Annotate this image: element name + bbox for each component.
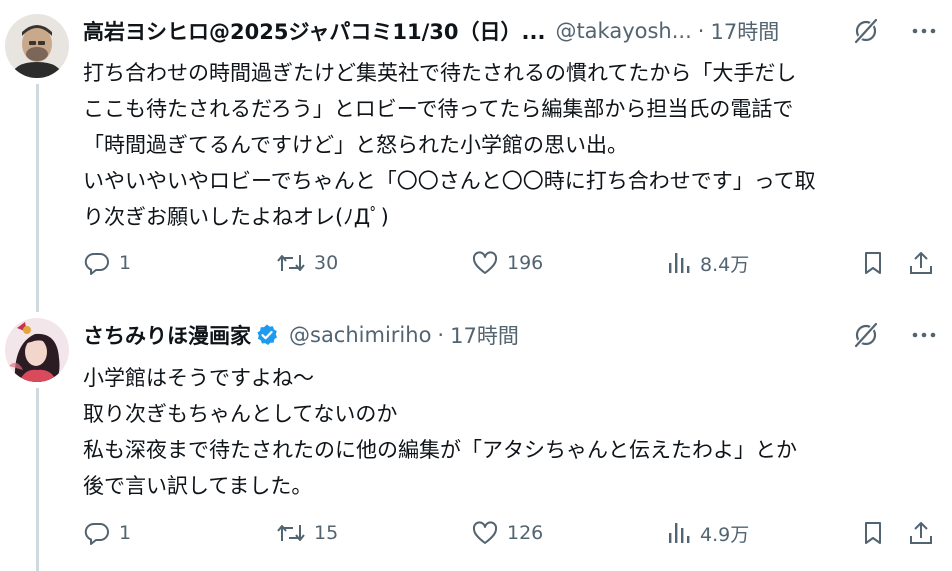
share-button[interactable]: [907, 518, 935, 548]
user-handle[interactable]: @takayosh...: [555, 19, 691, 43]
share-icon: [907, 249, 935, 277]
tweet-header: さちみりほ漫画家 @sachimiriho · 17時間: [83, 318, 938, 352]
bookmark-button[interactable]: [859, 248, 887, 278]
timestamp[interactable]: 17時間: [710, 16, 779, 46]
tweet-actions: 1 30 196 8.4万: [83, 248, 938, 278]
heart-icon: [471, 249, 499, 277]
views-chart-icon: [666, 519, 692, 547]
tweet-text-line: 取り次ぎもちゃんとしてないのか: [83, 402, 398, 426]
tweet-text-line: いやいやいやロビーでちゃんと「〇〇さんと〇〇時に打ち合わせです」って取: [83, 169, 816, 193]
view-count: 4.9万: [700, 523, 750, 546]
like-count: 126: [507, 522, 544, 544]
reply-count: 1: [119, 522, 132, 544]
retweet-icon: [276, 519, 306, 547]
tweet-text-line: 小学館はそうですよね～: [83, 366, 314, 390]
share-icon: [907, 519, 935, 547]
tweet-text-line: 打ち合わせの時間過ぎたけど集英社で待たされるの慣れてたから「大手だし: [83, 61, 797, 85]
thread-connector-line: [36, 84, 39, 312]
views-button[interactable]: 8.4万: [666, 248, 749, 278]
grok-icon[interactable]: [852, 17, 880, 45]
tweet-thread: 高岩ヨシヒロ@2025ジャパコミ11/30（日）... @takayosh...…: [0, 0, 952, 571]
separator-dot: ·: [697, 19, 705, 43]
more-icon[interactable]: [910, 321, 938, 349]
retweet-button[interactable]: 30: [276, 248, 338, 278]
views-chart-icon: [666, 249, 692, 277]
more-icon[interactable]: [910, 17, 938, 45]
grok-icon[interactable]: [852, 321, 880, 349]
bookmark-icon: [859, 519, 887, 547]
like-button[interactable]: 196: [471, 248, 543, 278]
user-handle[interactable]: @sachimiriho: [289, 323, 431, 347]
separator-dot: ·: [437, 323, 445, 347]
retweet-count: 15: [314, 522, 339, 544]
avatar-takayoshi[interactable]: [5, 14, 69, 78]
tweet-header: 高岩ヨシヒロ@2025ジャパコミ11/30（日）... @takayosh...…: [83, 14, 938, 48]
heart-icon: [471, 519, 499, 547]
reply-button[interactable]: 1: [83, 518, 131, 548]
thread-connector-line: [36, 388, 39, 571]
tweet-text-line: 私も深夜まで待たされたのに他の編集が「アタシちゃんと伝えたわよ」とか: [83, 438, 797, 462]
tweet-text-line: 後で言い訳してました。: [83, 474, 313, 498]
tweet-actions: 1 15 126 4.9万: [83, 518, 938, 548]
like-count: 196: [507, 252, 544, 274]
display-name[interactable]: さちみりほ漫画家: [83, 320, 251, 350]
like-button[interactable]: 126: [471, 518, 543, 548]
tweet-text-line: 「時間過ぎてるんですけど」と怒られた小学館の思い出。: [83, 133, 628, 157]
tweet-text-line: り次ぎお願いしたよねオレ(ﾉДﾟ): [83, 205, 389, 229]
bookmark-button[interactable]: [859, 518, 887, 548]
reply-button[interactable]: 1: [83, 248, 131, 278]
views-button[interactable]: 4.9万: [666, 518, 749, 548]
tweet-text: 小学館はそうですよね～ 取り次ぎもちゃんとしてないのか 私も深夜まで待たされたの…: [83, 360, 938, 504]
retweet-button[interactable]: 15: [276, 518, 338, 548]
bookmark-icon: [859, 249, 887, 277]
reply-icon: [83, 519, 111, 547]
timestamp[interactable]: 17時間: [450, 320, 519, 350]
reply-count: 1: [119, 252, 132, 274]
tweet-text-line: ここも待たされるだろう」とロビーで待ってたら編集部から担当氏の電話で: [83, 97, 794, 121]
share-button[interactable]: [907, 248, 935, 278]
reply-icon: [83, 249, 111, 277]
display-name[interactable]: 高岩ヨシヒロ@2025ジャパコミ11/30（日）...: [83, 16, 545, 46]
avatar-sachimiriho[interactable]: [5, 318, 69, 382]
tweet-text: 打ち合わせの時間過ぎたけど集英社で待たされるの慣れてたから「大手だし ここも待た…: [83, 55, 938, 235]
view-count: 8.4万: [700, 253, 750, 276]
verified-badge-icon: [255, 323, 279, 347]
retweet-icon: [276, 249, 306, 277]
retweet-count: 30: [314, 252, 339, 274]
